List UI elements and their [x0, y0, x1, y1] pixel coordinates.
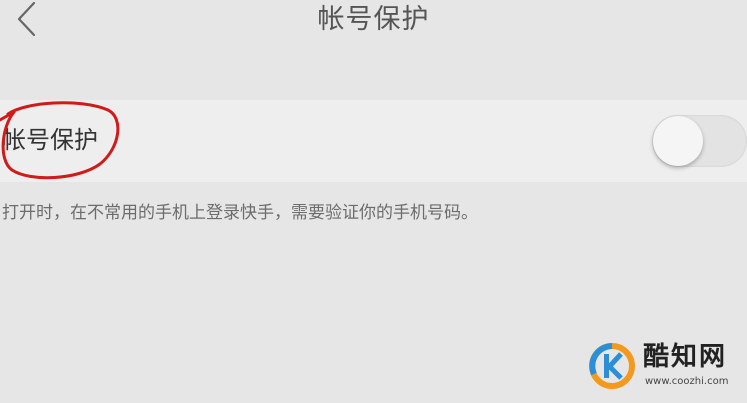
watermark-name: 酷知网: [643, 342, 728, 372]
watermark: 酷知网 www.coozhi.com: [588, 340, 747, 396]
account-protection-label: 帐号保护: [2, 126, 98, 154]
watermark-url: www.coozhi.com: [645, 376, 729, 387]
account-protection-screen: 帐号保护 帐号保护 打开时，在不常用的手机上登录快手，需要验证你的手机号码。 酷…: [0, 0, 747, 403]
toggle-knob: [653, 116, 703, 166]
protection-description: 打开时，在不常用的手机上登录快手，需要验证你的手机号码。: [2, 203, 478, 223]
account-protection-row: 帐号保护: [0, 100, 747, 182]
page-title: 帐号保护: [317, 4, 430, 35]
account-protection-toggle[interactable]: [652, 115, 747, 167]
coozhi-logo-icon: [589, 343, 635, 389]
